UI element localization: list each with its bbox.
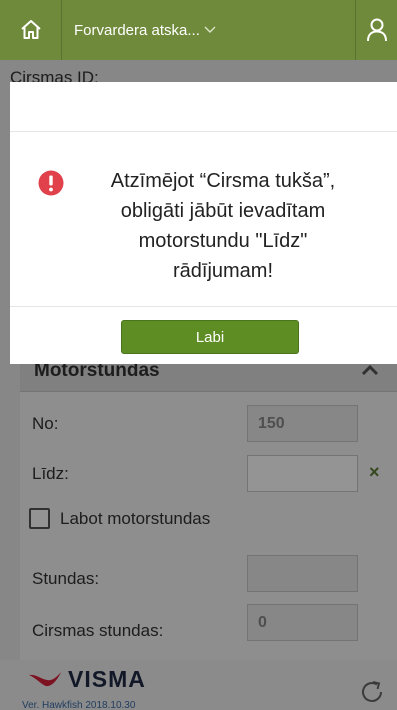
dialog-message-line: rādījumam! [172,260,274,282]
page-title: Forvardera atska... [74,21,200,39]
dialog-message-line: obligāti jābūt ievadītam [120,200,326,222]
dialog-header [10,82,397,132]
dialog-message-line: Atzīmējot “Cirsma tukša”, [110,170,336,192]
user-button[interactable] [355,0,397,60]
dialog-body: Atzīmējot “Cirsma tukša”, obligāti jābūt… [10,132,397,307]
chevron-down-icon [204,26,216,33]
user-icon [366,18,387,42]
home-icon [20,20,41,39]
page-title-dropdown[interactable]: Forvardera atska... [62,0,355,60]
alert-dialog: Atzīmējot “Cirsma tukša”, obligāti jābūt… [10,82,397,364]
top-bar: Forvardera atska... [0,0,397,60]
dialog-message-line: motorstundu "Līdz" [138,230,308,252]
dialog-message: Atzīmējot “Cirsma tukša”, obligāti jābūt… [88,166,358,286]
warning-icon [38,170,64,196]
home-button[interactable] [0,0,62,60]
ok-button[interactable]: Labi [121,320,299,354]
